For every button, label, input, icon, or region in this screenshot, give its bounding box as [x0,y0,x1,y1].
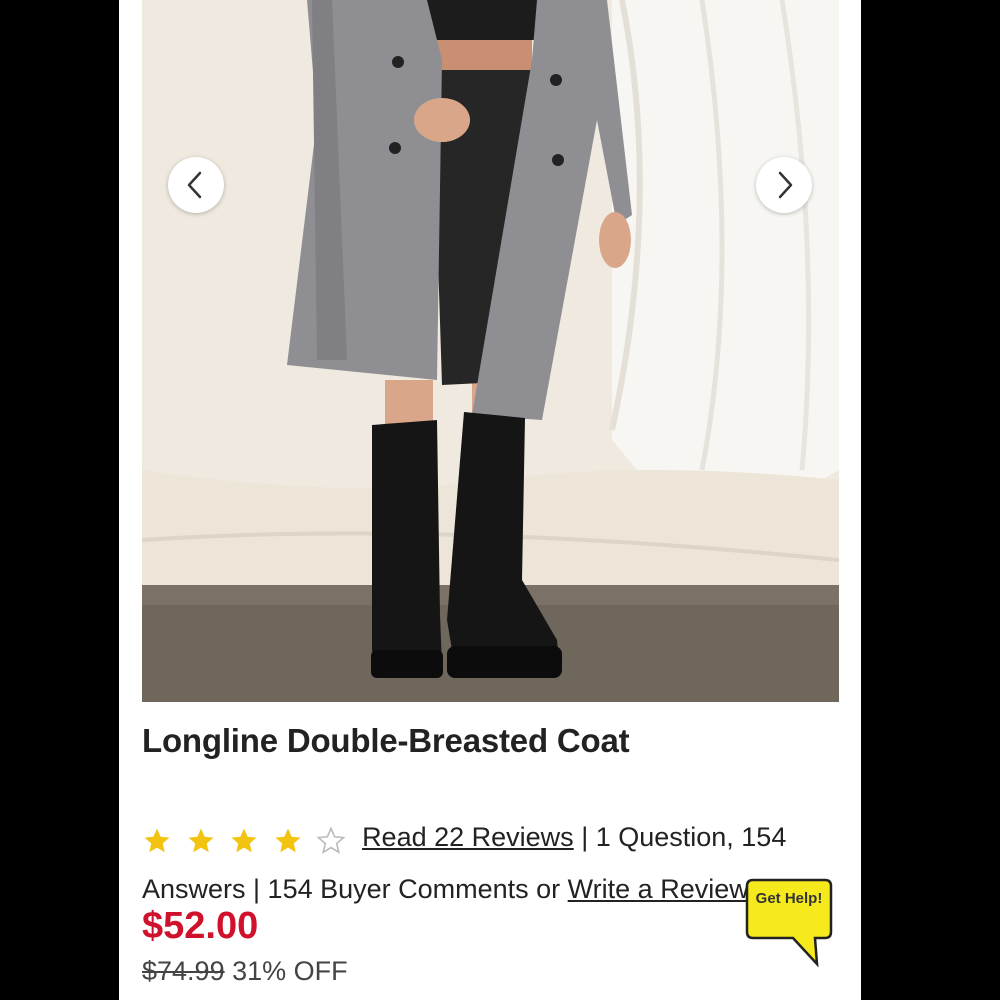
product-photo-art [142,0,839,702]
get-help-button[interactable]: Get Help! [745,876,833,968]
star-rating [142,814,352,864]
product-page: Longline Double-Breasted Coat Read 22 Re… [119,0,861,1000]
sale-price: $52.00 [142,905,259,947]
original-price: $74.99 [142,956,225,986]
star-filled-icon [188,828,214,852]
rating-row: Read 22 Reviews | 1 Question, 154 Answer… [142,812,832,914]
discount-label: 31% OFF [232,956,348,986]
next-image-button[interactable] [756,157,812,213]
product-title: Longline Double-Breasted Coat [142,722,630,759]
write-review-link[interactable]: Write a Review [568,874,749,904]
product-image[interactable] [142,0,839,702]
get-help-label: Get Help! [755,890,823,907]
star-empty-icon [316,826,346,854]
original-price-row: $74.99 31% OFF [142,956,348,987]
star-filled-icon [275,828,301,852]
chevron-left-icon [187,171,202,199]
chevron-right-icon [778,171,793,199]
star-filled-icon [231,828,257,852]
star-filled-icon [144,828,170,852]
read-reviews-link[interactable]: Read 22 Reviews [362,822,574,852]
previous-image-button[interactable] [168,157,224,213]
